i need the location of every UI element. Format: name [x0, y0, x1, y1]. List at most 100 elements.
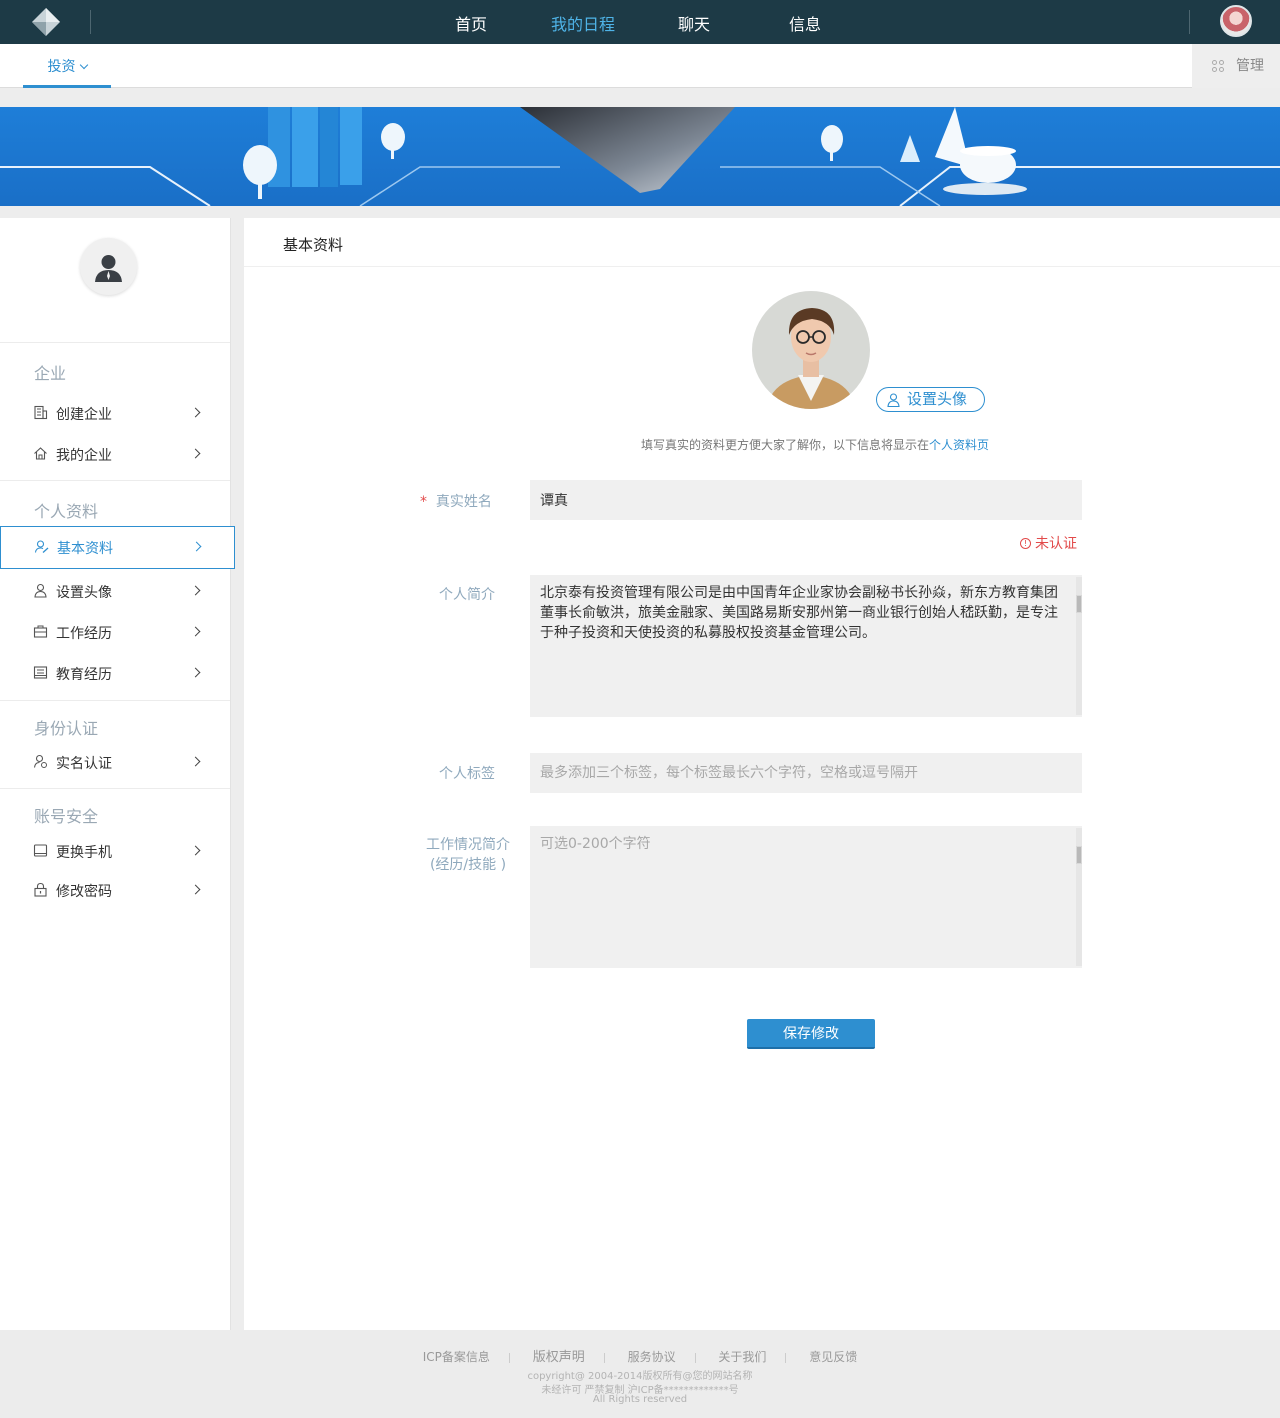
hero-banner	[0, 107, 1280, 206]
footer-link-copyright[interactable]: 版权声明	[533, 1346, 585, 1365]
user-verify-icon	[33, 754, 47, 768]
chevron-down-icon	[79, 60, 88, 70]
footer: ICP备案信息 版权声明 服务协议 关于我们 意见反馈 copyright@ 2…	[0, 1330, 1280, 1418]
nav-messages[interactable]: 信息	[789, 11, 821, 35]
chevron-right-icon	[191, 541, 202, 552]
footer-link-feedback[interactable]: 意见反馈	[809, 1348, 857, 1365]
footer-link-terms[interactable]: 服务协议	[628, 1348, 676, 1365]
tags-label: 个人标签	[439, 766, 495, 782]
sidebar-item-set-avatar[interactable]: 设置头像	[0, 571, 231, 611]
grid-icon	[1212, 60, 1224, 72]
sidebar-item-create-company[interactable]: 创建企业	[0, 393, 231, 433]
chevron-right-icon	[190, 407, 201, 418]
section-title-security: 账号安全	[34, 807, 99, 826]
sidebar: 企业 创建企业 我的企业 个人资料 基本资料 设置头像 工作经历 教育经历 身份…	[0, 218, 235, 1330]
sidebar-item-my-company[interactable]: 我的企业	[0, 434, 231, 474]
sidebar-item-change-phone[interactable]: 更换手机	[0, 831, 231, 871]
work-textarea[interactable]	[530, 826, 1082, 968]
section-title-company: 企业	[34, 364, 67, 383]
user-avatar[interactable]	[1220, 5, 1252, 37]
sidebar-item-label: 实名认证	[56, 756, 112, 772]
save-button[interactable]: 保存修改	[747, 1019, 875, 1049]
building-icon	[34, 405, 48, 420]
sidebar-divider	[0, 480, 230, 481]
sidebar-item-label: 教育经历	[56, 667, 112, 683]
profile-photo[interactable]	[752, 291, 870, 409]
bio-label: 个人简介	[439, 587, 495, 603]
nav-chat[interactable]: 聊天	[678, 11, 710, 35]
footer-link-icp[interactable]: ICP备案信息	[423, 1348, 490, 1365]
chevron-right-icon	[190, 667, 201, 678]
name-label-text: 真实姓名	[435, 494, 492, 510]
bio-scrollbar[interactable]	[1076, 595, 1082, 613]
user-silhouette-icon	[95, 255, 122, 282]
sidebar-item-real-name[interactable]: 实名认证	[0, 742, 231, 782]
bio-textarea[interactable]: 北京泰有投资管理有限公司是由中国青年企业家协会副秘书长孙焱，新东方教育集团董事长…	[530, 575, 1082, 717]
briefcase-icon	[33, 625, 48, 638]
main-menu: 首页 我的日程 聊天 信息	[0, 0, 1280, 44]
sidebar-divider	[0, 788, 230, 789]
sidebar-item-label: 我的企业	[56, 448, 112, 464]
work-scrollbar[interactable]	[1076, 846, 1082, 864]
sidebar-divider	[0, 342, 230, 343]
sidebar-item-basic-info[interactable]: 基本资料	[0, 526, 235, 569]
book-icon	[33, 666, 48, 679]
alert-icon: !	[1020, 538, 1031, 549]
unverified-status: ! 未认证	[1020, 533, 1077, 553]
set-avatar-button[interactable]: 设置头像	[876, 387, 985, 412]
section-title-profile: 个人资料	[34, 502, 99, 521]
footer-links: ICP备案信息 版权声明 服务协议 关于我们 意见反馈	[0, 1346, 1280, 1365]
unverified-label: 未认证	[1035, 536, 1077, 552]
top-navbar: 首页 我的日程 聊天 信息	[0, 0, 1280, 44]
sidebar-item-label: 修改密码	[56, 884, 112, 900]
profile-avatar[interactable]	[80, 238, 137, 295]
lock-icon	[34, 882, 47, 897]
sidebar-item-label: 基本资料	[57, 541, 113, 557]
main-panel: 基本资料 设置头像 填写真实的资料更方便大家了解你，以下信息将显示在个人资料页 …	[244, 218, 1280, 1330]
chevron-right-icon	[190, 626, 201, 637]
user-edit-icon	[34, 540, 49, 553]
hint-text: 填写真实的资料更方便大家了解你，以下信息将显示在	[641, 438, 930, 452]
set-avatar-label: 设置头像	[907, 390, 968, 408]
manage-label: 管理	[1236, 58, 1264, 74]
tags-input[interactable]	[530, 753, 1082, 793]
sidebar-item-label: 工作经历	[56, 626, 112, 642]
footer-rights: All Rights reserved	[592, 1394, 688, 1405]
sidebar-item-work-history[interactable]: 工作经历	[0, 612, 231, 652]
home-icon	[34, 447, 47, 460]
nav-my-schedule[interactable]: 我的日程	[551, 11, 615, 35]
phone-icon	[33, 844, 48, 857]
sidebar-item-education[interactable]: 教育经历	[0, 653, 231, 693]
user-icon	[34, 583, 47, 598]
tab-invest[interactable]: 投资	[23, 44, 111, 88]
sidebar-item-change-password[interactable]: 修改密码	[0, 870, 231, 910]
footer-link-about[interactable]: 关于我们	[718, 1348, 766, 1365]
banner-illustration	[0, 107, 1280, 206]
chevron-right-icon	[190, 884, 201, 895]
chevron-right-icon	[190, 448, 201, 459]
tab-invest-label: 投资	[47, 59, 76, 75]
sub-navbar: 投资 管理	[0, 44, 1280, 88]
profile-hint: 填写真实的资料更方便大家了解你，以下信息将显示在个人资料页	[641, 436, 989, 453]
chevron-right-icon	[190, 585, 201, 596]
user-icon	[887, 393, 900, 407]
manage-button[interactable]: 管理	[1192, 44, 1280, 88]
work-label-line2: (经历/技能 )	[429, 857, 507, 873]
required-mark: *	[420, 494, 427, 510]
footer-copyright: copyright@ 2004-2014版权所有@您的网站名称	[527, 1371, 753, 1382]
page-title: 基本资料	[283, 236, 344, 254]
name-label: * 真实姓名	[420, 491, 492, 511]
sidebar-divider	[0, 700, 230, 701]
chevron-right-icon	[190, 756, 201, 767]
real-name-input[interactable]	[530, 480, 1082, 520]
profile-photo-image	[752, 291, 870, 409]
chevron-right-icon	[190, 845, 201, 856]
profile-page-link[interactable]: 个人资料页	[929, 438, 989, 452]
sidebar-item-label: 更换手机	[56, 845, 112, 861]
work-label: 工作情况简介 (经历/技能 )	[426, 835, 510, 875]
nav-home[interactable]: 首页	[455, 11, 487, 35]
sidebar-item-label: 创建企业	[56, 407, 112, 423]
title-divider	[244, 266, 1280, 267]
sidebar-item-label: 设置头像	[56, 585, 112, 601]
work-label-line1: 工作情况简介	[426, 837, 510, 853]
